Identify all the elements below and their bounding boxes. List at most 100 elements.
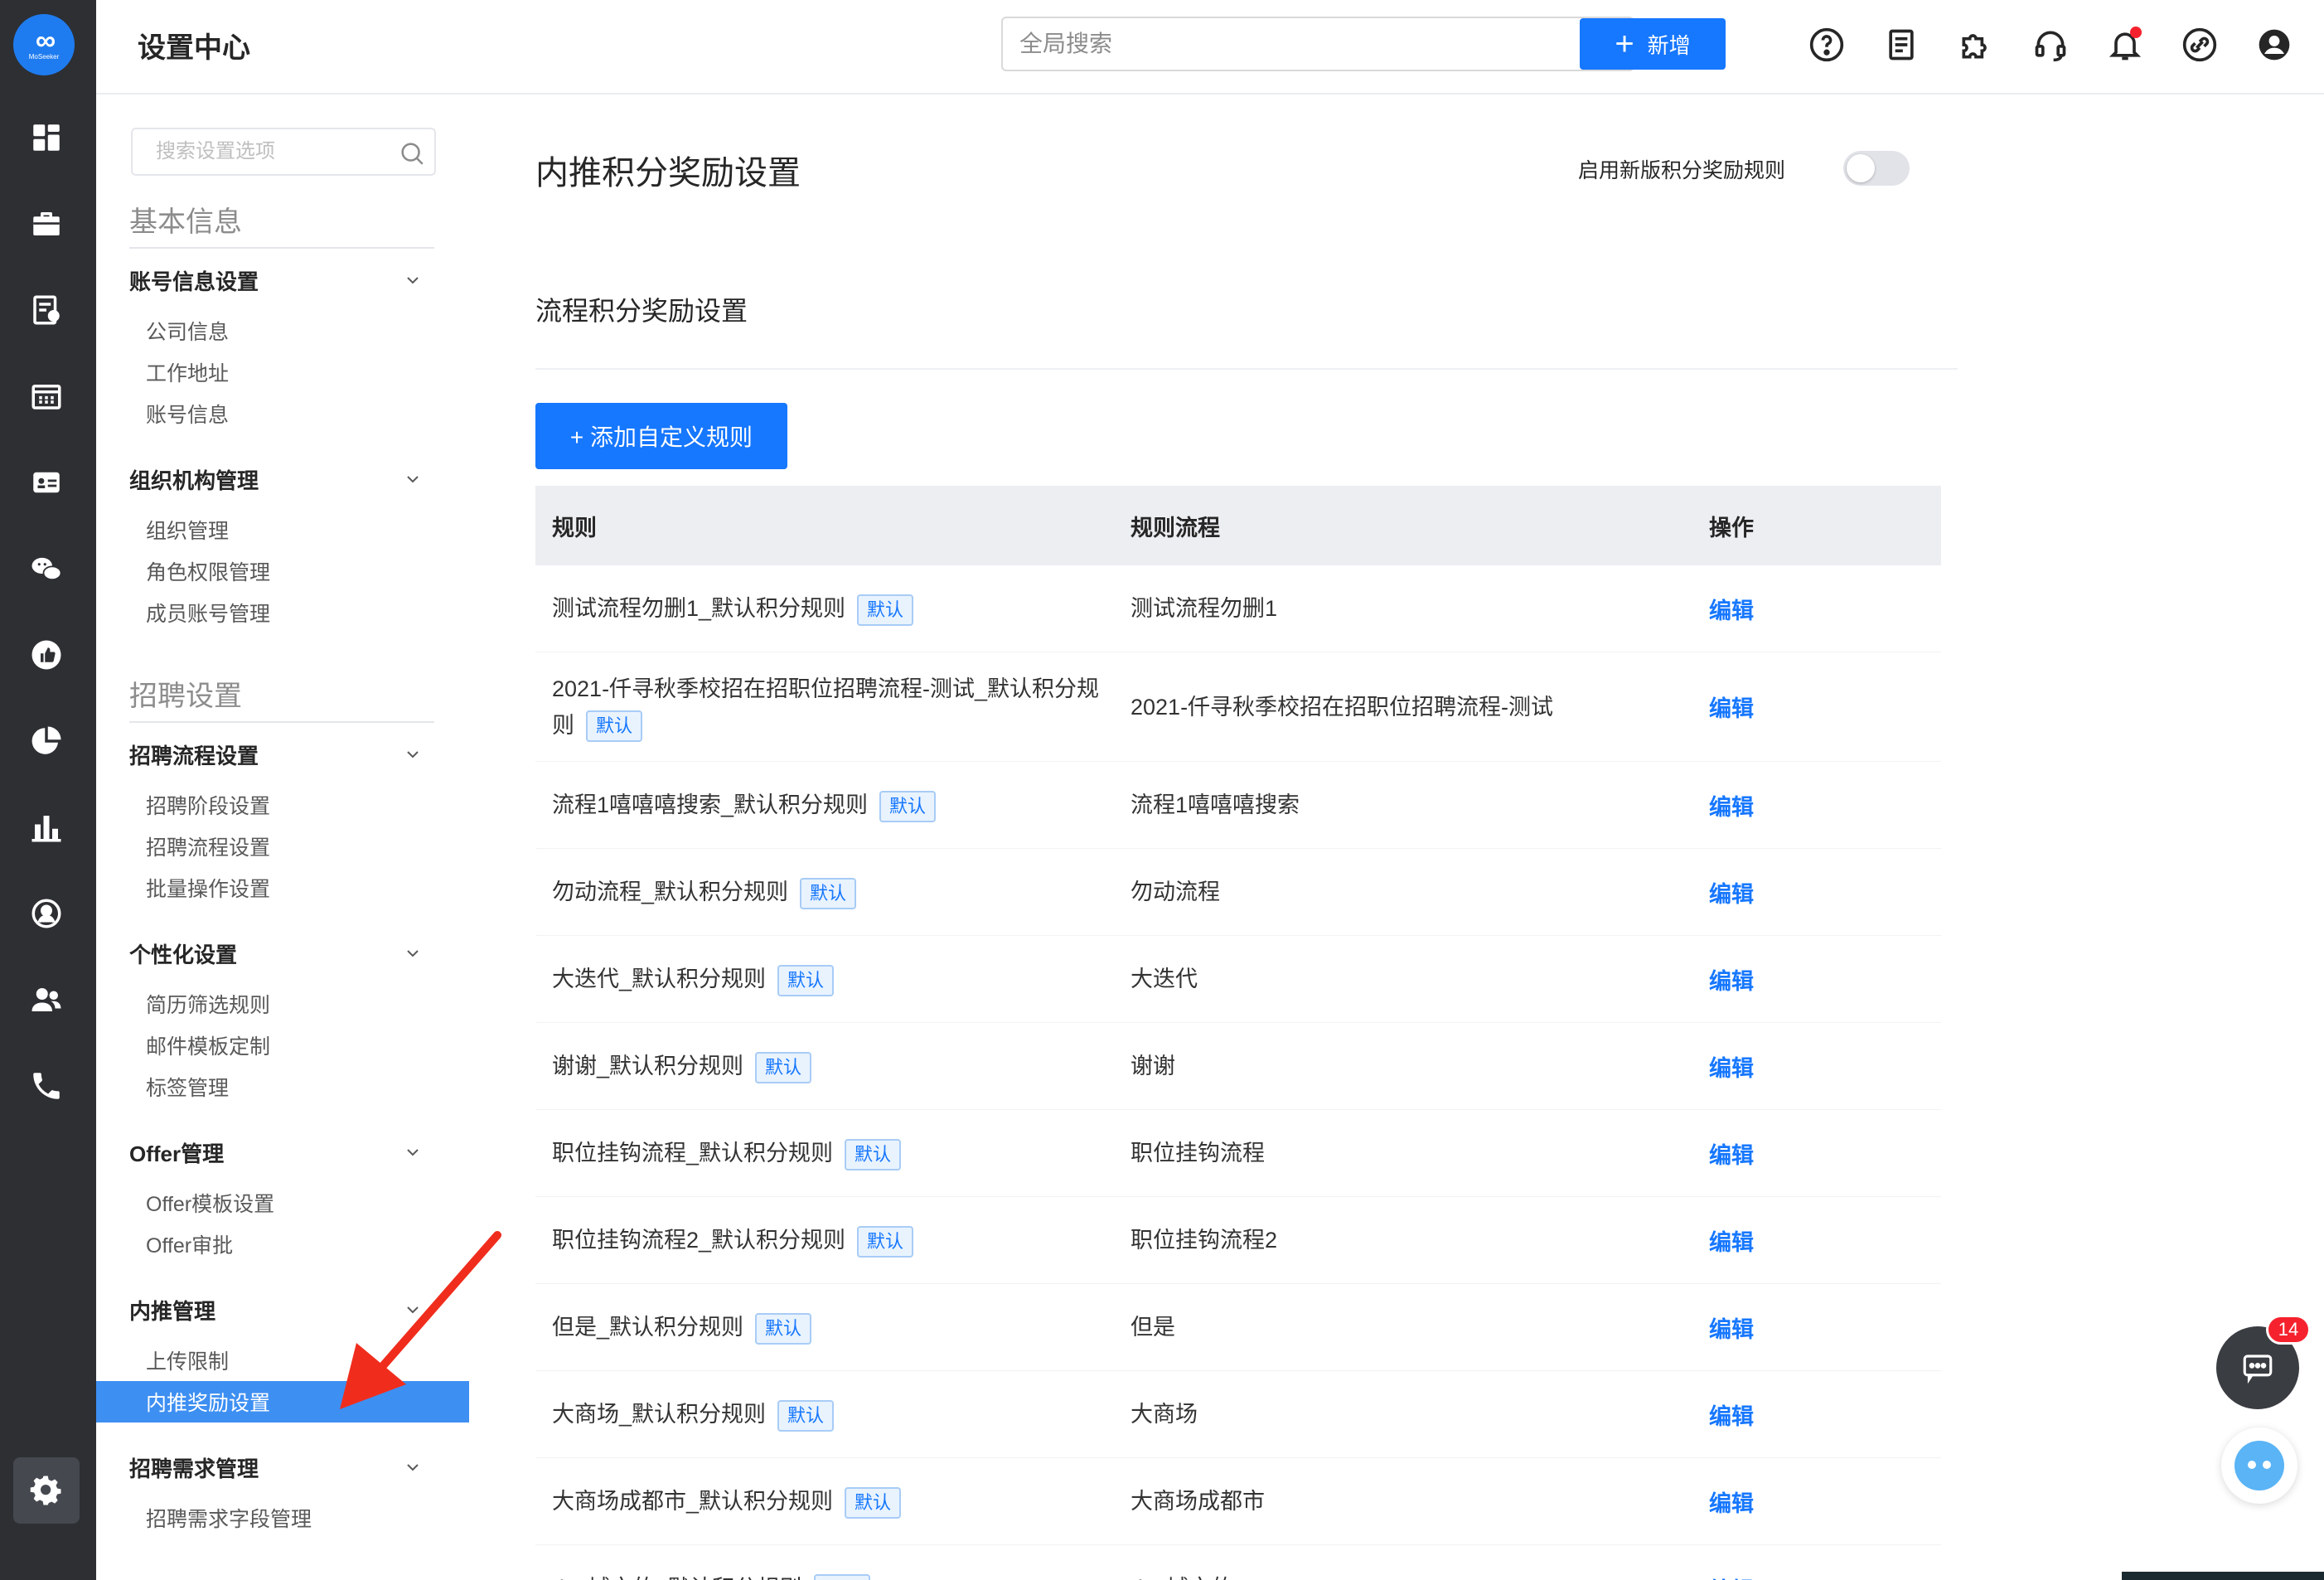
sidebar-item-company-info[interactable]: 公司信息: [96, 310, 469, 351]
settings-search-box[interactable]: [131, 128, 436, 176]
edit-link[interactable]: 编辑: [1709, 1317, 1754, 1342]
person-circle-icon[interactable]: [23, 890, 70, 937]
sidebar-item-work-address[interactable]: 工作地址: [96, 351, 469, 393]
sidebar-item-offer-template[interactable]: Offer模板设置: [96, 1182, 469, 1224]
sidebar-item-org[interactable]: 组织管理: [96, 509, 469, 550]
global-search-box[interactable]: [1001, 17, 1634, 71]
rule-cell: 大迭代_默认积分规则 默认: [535, 961, 1114, 997]
sidebar-item-roles[interactable]: 角色权限管理: [96, 550, 469, 592]
rule-cell: 职位挂钩流程_默认积分规则 默认: [535, 1135, 1114, 1171]
default-tag: 默认: [755, 1051, 812, 1083]
assistant-bot-button[interactable]: [2221, 1427, 2297, 1504]
moseeker-logo[interactable]: ∞ MoSeeker: [13, 14, 75, 75]
rule-cell: 但是_默认积分规则 默认: [535, 1309, 1114, 1345]
edit-link[interactable]: 编辑: [1709, 599, 1754, 623]
main-content: 内推积分奖励设置 启用新版积分奖励规则 流程积分奖励设置 + 添加自定义规则 规…: [469, 95, 2324, 1580]
column-header-action: 操作: [1709, 515, 1754, 540]
edit-link[interactable]: 编辑: [1709, 1491, 1754, 1516]
sidebar-item-demand-fields[interactable]: 招聘需求字段管理: [96, 1497, 469, 1539]
edit-link[interactable]: 编辑: [1709, 696, 1754, 721]
plugin-icon[interactable]: [1956, 25, 1996, 65]
group-personalization[interactable]: 个性化设置: [129, 935, 436, 972]
edit-link[interactable]: 编辑: [1709, 1056, 1754, 1081]
bell-icon[interactable]: [2105, 25, 2145, 65]
group-recruit-flow[interactable]: 招聘流程设置: [129, 736, 436, 773]
group-recruit-demand[interactable]: 招聘需求管理: [129, 1449, 436, 1485]
global-search-input[interactable]: [1003, 18, 1550, 70]
divider: [129, 721, 434, 723]
group-org-management[interactable]: 组织机构管理: [129, 461, 436, 497]
red-arrow-annotation: [340, 1231, 501, 1409]
edit-link[interactable]: 编辑: [1709, 882, 1754, 907]
pie-chart-icon[interactable]: [23, 718, 70, 764]
flow-cell: des城市的: [1114, 1570, 1692, 1580]
search-icon[interactable]: [398, 139, 426, 167]
rule-cell: 勿动流程_默认积分规则 默认: [535, 874, 1114, 910]
action-cell: 编辑: [1692, 593, 1941, 625]
flow-cell: 职位挂钩流程: [1131, 1141, 1265, 1166]
flow-cell: 流程1嘻嘻嘻搜索: [1131, 792, 1300, 817]
action-cell: 编辑: [1692, 1137, 1941, 1170]
calendar-icon[interactable]: [23, 373, 70, 419]
rule-cell: 测试流程勿删1_默认积分规则 默认: [535, 590, 1114, 627]
rule-cell: 职位挂钩流程2_默认积分规则 默认: [535, 1222, 1114, 1258]
thumb-up-icon[interactable]: [23, 632, 70, 678]
table-row: 大商场_默认积分规则 默认 大商场 编辑: [535, 1371, 1941, 1458]
help-icon[interactable]: [1807, 25, 1847, 65]
rule-cell: 流程1嘻嘻嘻搜索_默认积分规则 默认: [535, 787, 1114, 823]
rule-cell: 大商场_默认积分规则 默认: [535, 1396, 1114, 1432]
id-card-icon[interactable]: [23, 459, 70, 506]
rule-name: 谢谢_默认积分规则: [552, 1054, 744, 1078]
edit-link[interactable]: 编辑: [1709, 1143, 1754, 1168]
new-button[interactable]: + 新增: [1580, 18, 1726, 70]
edit-link[interactable]: 编辑: [1709, 1404, 1754, 1429]
document-icon[interactable]: [1881, 25, 1921, 65]
sidebar-item-members[interactable]: 成员账号管理: [96, 592, 469, 633]
edit-link[interactable]: 编辑: [1709, 1230, 1754, 1255]
link-icon[interactable]: [2180, 25, 2220, 65]
plus-icon: +: [1615, 26, 1634, 62]
sidebar-item-account-info[interactable]: 账号信息: [96, 393, 469, 434]
edit-link[interactable]: 编辑: [1709, 969, 1754, 994]
table-row: 职位挂钩流程_默认积分规则 默认 职位挂钩流程 编辑: [535, 1110, 1941, 1197]
sidebar-item-email-template[interactable]: 邮件模板定制: [96, 1025, 469, 1066]
group-account-settings[interactable]: 账号信息设置: [129, 262, 436, 298]
edit-link[interactable]: 编辑: [1709, 795, 1754, 820]
add-custom-rule-button[interactable]: + 添加自定义规则: [535, 403, 787, 469]
flow-cell: 大迭代: [1131, 967, 1198, 991]
rule-name: 职位挂钩流程_默认积分规则: [552, 1141, 834, 1166]
sidebar-item-stages[interactable]: 招聘阶段设置: [96, 784, 469, 826]
divider: [129, 247, 434, 249]
user-avatar-icon[interactable]: [2254, 25, 2294, 65]
default-tag: 默认: [857, 594, 914, 626]
wechat-icon[interactable]: [23, 545, 70, 592]
bar-chart-icon[interactable]: [23, 804, 70, 851]
action-cell: 编辑: [1692, 1311, 1941, 1344]
flow-cell: 勿动流程: [1131, 880, 1220, 904]
sidebar-item-batch[interactable]: 批量操作设置: [96, 867, 469, 909]
phone-icon[interactable]: [23, 1063, 70, 1109]
group-offer[interactable]: Offer管理: [129, 1134, 436, 1170]
headset-icon[interactable]: [2031, 25, 2070, 65]
settings-gear-icon[interactable]: [13, 1457, 80, 1524]
table-row: 勿动流程_默认积分规则 默认 勿动流程 编辑: [535, 849, 1941, 936]
flow-cell: 大商场: [1131, 1402, 1198, 1427]
resume-icon[interactable]: [23, 287, 70, 333]
action-cell: 编辑: [1692, 789, 1941, 822]
toggle-knob: [1847, 154, 1875, 182]
team-icon[interactable]: [23, 977, 70, 1023]
action-cell: 编辑: [1692, 1050, 1941, 1083]
sidebar-item-flows[interactable]: 招聘流程设置: [96, 826, 469, 867]
chevron-down-icon: [407, 950, 419, 957]
briefcase-icon[interactable]: [23, 201, 70, 247]
sidebar-item-tags[interactable]: 标签管理: [96, 1066, 469, 1107]
new-button-label: 新增: [1647, 32, 1691, 58]
flow-cell: 职位挂钩流程2: [1131, 1228, 1278, 1253]
new-rule-toggle[interactable]: [1843, 151, 1910, 186]
dashboard-icon[interactable]: [23, 114, 70, 161]
rule-name: des城市的_默认积分规则: [552, 1576, 802, 1580]
settings-search-input[interactable]: [133, 129, 381, 174]
table-row: 测试流程勿删1_默认积分规则 默认 测试流程勿删1 编辑: [535, 565, 1941, 652]
table-row: des城市的_默认积分规则 默认 des城市的编辑: [535, 1545, 1941, 1580]
sidebar-item-resume-filter[interactable]: 简历筛选规则: [96, 983, 469, 1025]
